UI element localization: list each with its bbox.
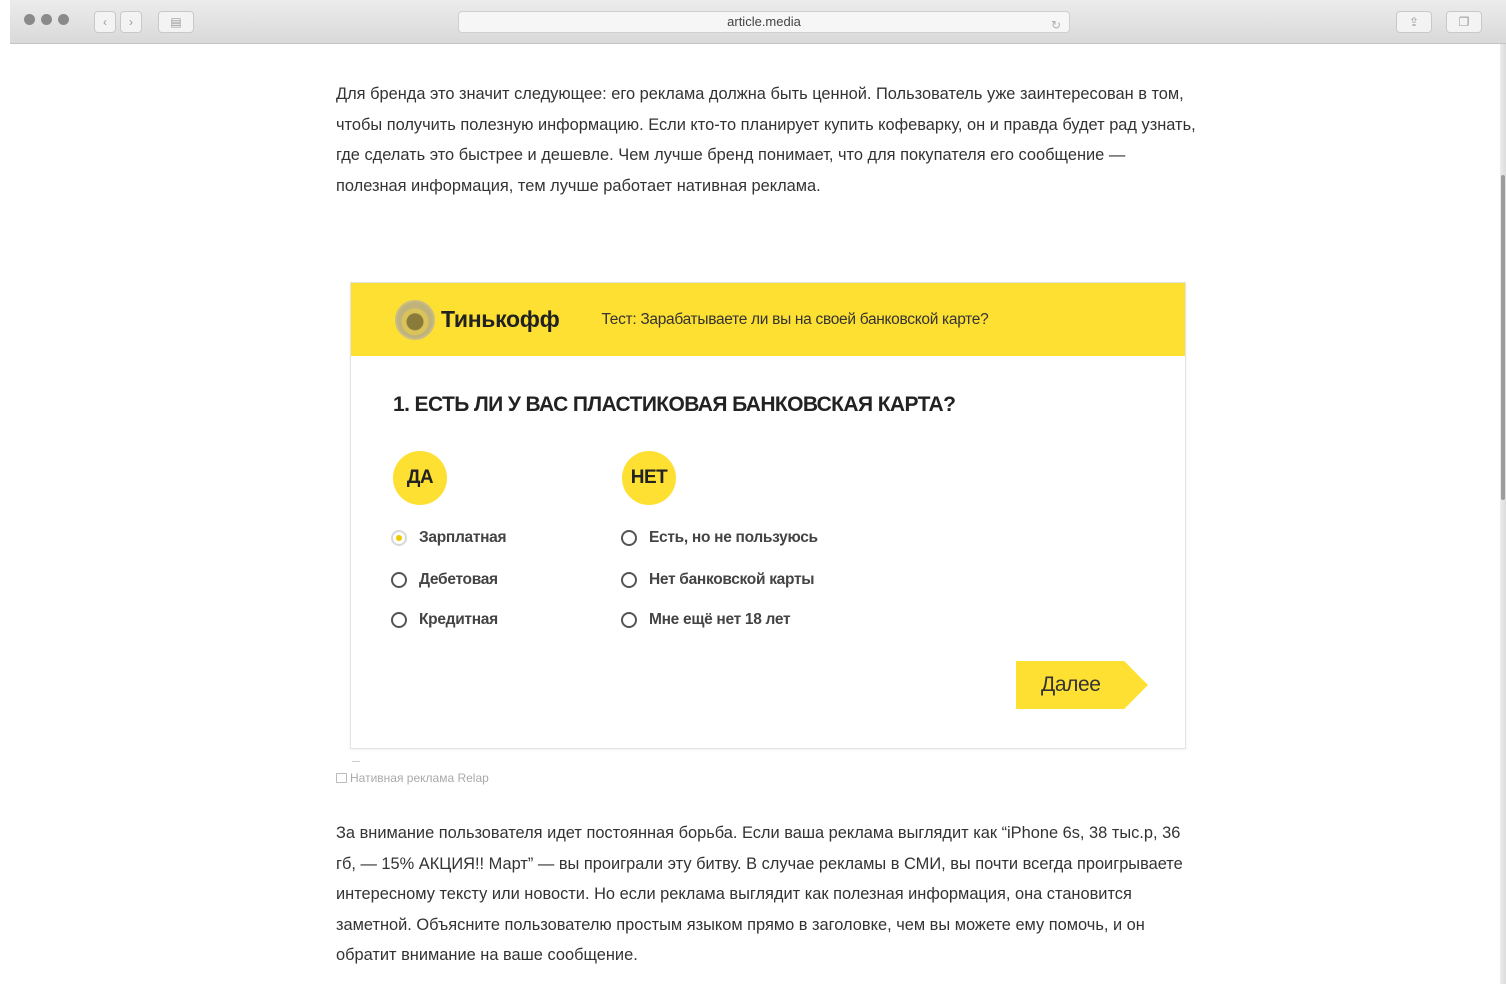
browser-toolbar: ‹ › ▤ article.media ↻ ⇪ ❐ [10,0,1506,44]
window-controls [24,14,69,25]
article-paragraph: За внимание пользователя идет постоянная… [336,824,1183,964]
no-group-badge: НЕТ [622,451,676,505]
back-button[interactable]: ‹ [94,11,116,33]
option-salary-card[interactable]: Зарплатная [391,529,507,547]
option-have-not-using[interactable]: Есть, но не пользуюсь [621,529,818,547]
caption-text: Нативная реклама Relap [350,771,489,785]
radio-icon[interactable] [621,530,637,546]
tabs-button[interactable]: ❐ [1446,11,1482,33]
radio-checked-icon[interactable] [391,530,407,546]
scrollbar[interactable] [1501,175,1505,500]
url-text: article.media [727,14,801,29]
address-bar[interactable]: article.media ↻ [458,11,1070,33]
zoom-window-button[interactable] [58,14,69,25]
next-button[interactable]: Далее [1016,661,1148,709]
sidebar-icon: ▤ [170,15,182,29]
close-window-button[interactable] [24,14,35,25]
minimize-window-button[interactable] [41,14,52,25]
option-under-18[interactable]: Мне ещё нет 18 лет [621,611,791,629]
forward-icon: › [129,15,133,29]
image-icon [336,773,347,783]
yes-group-badge: ДА [393,451,447,505]
sidebar-button[interactable]: ▤ [158,11,194,33]
option-debit-card[interactable]: Дебетовая [391,571,498,589]
image-caption: Нативная реклама Relap [336,771,489,785]
option-label: Нет банковской карты [649,571,815,588]
ad-header: Тинькофф Тест: Зарабатываете ли вы на св… [351,283,1185,356]
option-label: Зарплатная [419,529,507,546]
option-label: Есть, но не пользуюсь [649,529,818,546]
brand-emblem-icon [395,299,435,340]
option-no-card[interactable]: Нет банковской карты [621,571,814,589]
article-paragraph: Для бренда это значит следующее: его рек… [336,85,1196,195]
quiz-question: 1. ЕСТЬ ЛИ У ВАС ПЛАСТИКОВАЯ БАНКОВСКАЯ … [393,393,956,416]
option-label: Кредитная [419,611,498,628]
native-ad-card[interactable]: Тинькофф Тест: Зарабатываете ли вы на св… [350,282,1186,749]
reload-icon[interactable]: ↻ [1051,15,1061,35]
option-label: Дебетовая [419,571,498,588]
option-credit-card[interactable]: Кредитная [391,611,498,629]
share-button[interactable]: ⇪ [1396,11,1432,33]
brand-logo[interactable]: Тинькофф [395,299,560,340]
radio-icon[interactable] [621,612,637,628]
caption-divider [352,761,360,762]
option-label: Мне ещё нет 18 лет [649,611,791,628]
radio-icon[interactable] [391,612,407,628]
brand-name: Тинькофф [441,306,560,332]
share-icon: ⇪ [1408,15,1420,29]
forward-button[interactable]: › [120,11,142,33]
tabs-icon: ❐ [1458,15,1470,29]
radio-icon[interactable] [391,572,407,588]
radio-icon[interactable] [621,572,637,588]
back-icon: ‹ [103,15,107,29]
ad-tagline: Тест: Зарабатываете ли вы на своей банко… [601,310,989,328]
